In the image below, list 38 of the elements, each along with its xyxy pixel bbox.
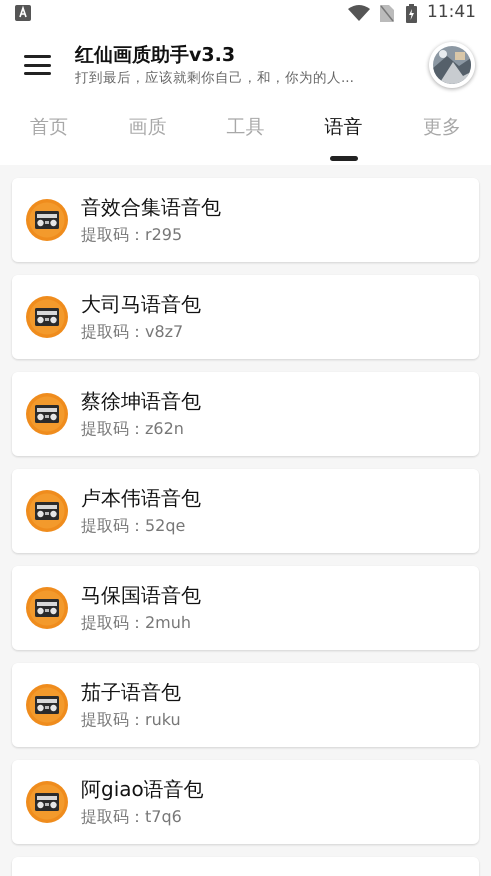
list-card[interactable]: 蔡徐坤语音包 提取码：z62n [12,372,479,456]
app-subtitle: 打到最后，应该就剩你自己，和，你为的人... [75,69,355,88]
radio-icon [25,489,69,533]
battery-icon [406,4,417,22]
item-code: 提取码：r295 [81,224,184,246]
item-code: 提取码：v8z7 [81,321,184,343]
item-code: 提取码：52qe [81,515,186,537]
item-code: 提取码：ruku [81,709,181,731]
radio-icon [25,392,69,436]
status-time: 11:41 [427,1,476,24]
item-title: 马保国语音包 [81,582,201,609]
item-title: 大司马语音包 [81,291,201,318]
item-code: 提取码：2muh [81,612,192,634]
no-sim-icon [380,4,394,22]
app-title: 红仙画质助手v3.3 [75,43,236,68]
tab[interactable]: 语音 [294,104,393,165]
keyboard-icon [15,5,31,21]
item-title: 蔡徐坤语音包 [81,388,201,415]
list-card[interactable]: 音效合集语音包 提取码：r295 [12,178,479,262]
radio-icon [25,295,69,339]
item-code: 提取码：z62n [81,418,185,440]
list-card[interactable]: 马保国语音包 提取码：2muh [12,566,479,650]
list-card[interactable]: 大司马语音包 提取码：v8z7 [12,275,479,359]
item-title: 阿giao语音包 [81,776,204,803]
radio-icon [25,198,69,242]
item-title: 茄子语音包 [81,679,181,706]
menu-button[interactable] [24,54,51,76]
radio-icon [25,683,69,727]
item-title: 音效合集语音包 [81,194,221,221]
item-title: 卢本伟语音包 [81,485,201,512]
wifi-icon [348,5,370,21]
avatar[interactable] [429,42,475,88]
radio-icon [25,586,69,630]
list-card[interactable]: 卢本伟语音包 提取码：52qe [12,469,479,553]
list-card[interactable]: 茄子语音包 提取码：ruku [12,663,479,747]
item-code: 提取码：t7q6 [81,806,183,828]
radio-icon [25,780,69,824]
list-card[interactable]: 阿giao语音包 提取码：t7q6 [12,760,479,844]
